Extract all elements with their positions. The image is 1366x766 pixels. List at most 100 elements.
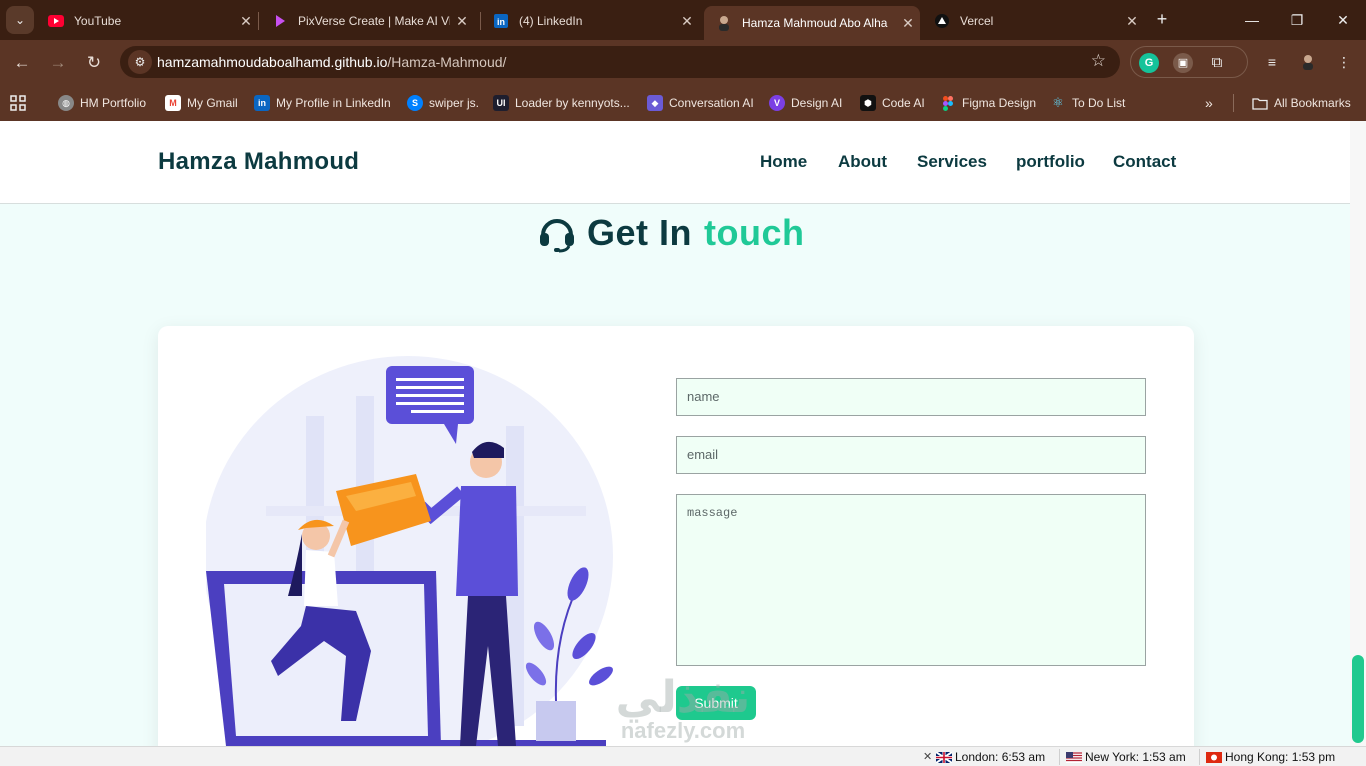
all-bookmarks-folder[interactable]: All Bookmarks [1252, 92, 1351, 114]
bookmark-label: swiper js. [429, 96, 480, 110]
bookmark-code-ai[interactable]: ⬢ Code AI [860, 92, 925, 114]
bookmark-label: Figma Design [962, 96, 1037, 110]
tab-title: (4) LinkedIn [519, 14, 583, 28]
forward-button[interactable]: → [45, 50, 71, 76]
linkedin-icon: in [493, 13, 509, 29]
youtube-icon [48, 13, 64, 29]
plus-icon: + [1156, 9, 1168, 29]
nav-home[interactable]: Home [760, 152, 807, 172]
figma-icon [940, 95, 956, 111]
folder-icon [1252, 95, 1268, 111]
pixverse-icon [272, 13, 288, 29]
url-text[interactable]: hamzamahmoudaboalhamd.github.io/Hamza-Ma… [157, 54, 506, 70]
nav-about[interactable]: About [838, 152, 887, 172]
close-icon[interactable]: ✕ [923, 750, 932, 763]
grammarly-icon[interactable]: G [1139, 53, 1159, 73]
close-icon[interactable]: ✕ [1120, 13, 1144, 30]
tab-vercel[interactable]: Vercel ✕ [922, 6, 1144, 36]
page-scrollbar[interactable] [1350, 121, 1366, 746]
restore-button[interactable]: ❐ [1285, 8, 1309, 32]
site-header: Hamza Mahmoud Home About Services portfo… [0, 121, 1350, 204]
tab-pixverse[interactable]: PixVerse Create | Make AI Vid ✕ [260, 6, 474, 36]
clock-london: London: 6:53 am [936, 750, 1045, 764]
bookmark-conversation-ai[interactable]: ◆ Conversation AI [647, 92, 754, 114]
more-bookmarks-chevron-icon[interactable]: » [1205, 92, 1213, 114]
back-button[interactable]: ← [9, 50, 35, 76]
reload-button[interactable]: ↻ [81, 50, 107, 76]
profile-avatar[interactable] [1296, 50, 1320, 74]
close-icon[interactable]: ✕ [896, 15, 920, 32]
extensions-group: G ▣ ⧉ [1130, 46, 1248, 78]
clock-label: Hong Kong: 1:53 pm [1225, 750, 1336, 764]
scrollbar-thumb[interactable] [1352, 655, 1364, 743]
tab-title: YouTube [74, 14, 122, 28]
url-host: hamzamahmoudaboalhamd.github.io [157, 54, 388, 70]
email-input[interactable]: email [676, 436, 1146, 474]
bookmark-design-ai[interactable]: V Design AI [769, 92, 842, 114]
design-ai-icon: V [769, 95, 785, 111]
watermark-latin: nafezly.com [620, 718, 746, 743]
bookmark-star-icon[interactable]: ☆ [1091, 51, 1106, 71]
close-icon[interactable]: ✕ [450, 13, 474, 30]
address-bar[interactable]: ⚙ hamzamahmoudaboalhamd.github.io/Hamza-… [120, 46, 1120, 78]
bookmarks-bar: ◍ HM Portfolio M My Gmail in My Profile in … [0, 85, 1366, 121]
media-control-icon[interactable]: ≡ [1260, 50, 1284, 74]
uiverse-icon: UI [493, 95, 509, 111]
separator [1233, 92, 1234, 114]
bookmark-swiper[interactable]: Sswiper js. [407, 92, 479, 114]
heading-primary: Get In [587, 212, 693, 253]
watermark-arabic: نفذلي [615, 672, 751, 723]
message-textarea[interactable]: massage [676, 494, 1146, 666]
bookmark-linkedin[interactable]: in My Profile in LinkedIn [254, 92, 391, 114]
close-icon: ✕ [1337, 12, 1349, 28]
bookmark-figma[interactable]: Figma Design [940, 92, 1036, 114]
bookmark-label: All Bookmarks [1274, 96, 1351, 110]
clock-label: New York: 1:53 am [1085, 750, 1186, 764]
page-viewport: Hamza Mahmoud Home About Services portfo… [0, 121, 1350, 746]
new-tab-button[interactable]: + [1150, 8, 1174, 32]
svg-text:in: in [497, 17, 505, 27]
kebab-menu-icon[interactable]: ⋮ [1332, 50, 1356, 74]
profile-avatar-icon [716, 15, 732, 31]
arrow-left-icon: ← [13, 53, 31, 72]
separator [1059, 749, 1060, 765]
apps-grid-icon[interactable] [10, 92, 26, 114]
react-icon: ⚛ [1052, 95, 1064, 110]
tab-title: Hamza Mahmoud Abo Alha [742, 16, 888, 30]
minimize-button[interactable]: — [1240, 8, 1264, 32]
nav-contact[interactable]: Contact [1113, 152, 1176, 172]
tab-search-button[interactable]: ⌄ [6, 6, 34, 34]
cast-extension-icon[interactable]: ▣ [1173, 53, 1193, 73]
tab-title: PixVerse Create | Make AI Vid [298, 14, 450, 28]
tab-separator [258, 12, 259, 30]
tab-portfolio-active[interactable]: Hamza Mahmoud Abo Alha ✕ [704, 6, 920, 40]
nav-services[interactable]: Services [917, 152, 987, 172]
bookmark-label: Loader by kennyots... [515, 96, 630, 110]
world-clock-bar: ✕ London: 6:53 am New York: 1:53 am Hong… [0, 746, 1366, 766]
puzzle-icon[interactable]: ⧉ [1207, 53, 1227, 73]
nav-portfolio[interactable]: portfolio [1016, 152, 1085, 172]
globe-icon: ◍ [58, 95, 74, 111]
bookmark-hm-portfolio[interactable]: ◍ HM Portfolio [58, 92, 146, 114]
heading-accent: touch [704, 212, 805, 253]
code-ai-icon: ⬢ [860, 95, 876, 111]
bookmark-label: Code AI [882, 96, 925, 110]
nafezly-watermark: نفذلي nafezly.com [598, 676, 768, 746]
bookmark-loader[interactable]: UI Loader by kennyots... [493, 92, 630, 114]
bookmark-label: My Profile in LinkedIn [276, 96, 391, 110]
bookmark-label: Conversation AI [669, 96, 754, 110]
close-icon[interactable]: ✕ [675, 13, 699, 30]
tab-youtube[interactable]: YouTube ✕ [36, 6, 258, 36]
tab-linkedin[interactable]: in (4) LinkedIn ✕ [481, 6, 699, 36]
gmail-icon: M [165, 95, 181, 111]
us-flag-icon [1066, 751, 1082, 763]
tab-strip: ⌄ YouTube ✕ PixVerse Create | Make AI Vi… [0, 0, 1366, 40]
site-settings-icon[interactable]: ⚙ [128, 50, 152, 74]
arrow-right-icon: → [49, 53, 67, 72]
name-input[interactable]: name [676, 378, 1146, 416]
close-icon[interactable]: ✕ [234, 13, 258, 30]
site-brand[interactable]: Hamza Mahmoud [158, 148, 359, 176]
bookmark-gmail[interactable]: M My Gmail [165, 92, 238, 114]
bookmark-todo[interactable]: ⚛ To Do List [1050, 92, 1125, 114]
close-window-button[interactable]: ✕ [1331, 8, 1355, 32]
